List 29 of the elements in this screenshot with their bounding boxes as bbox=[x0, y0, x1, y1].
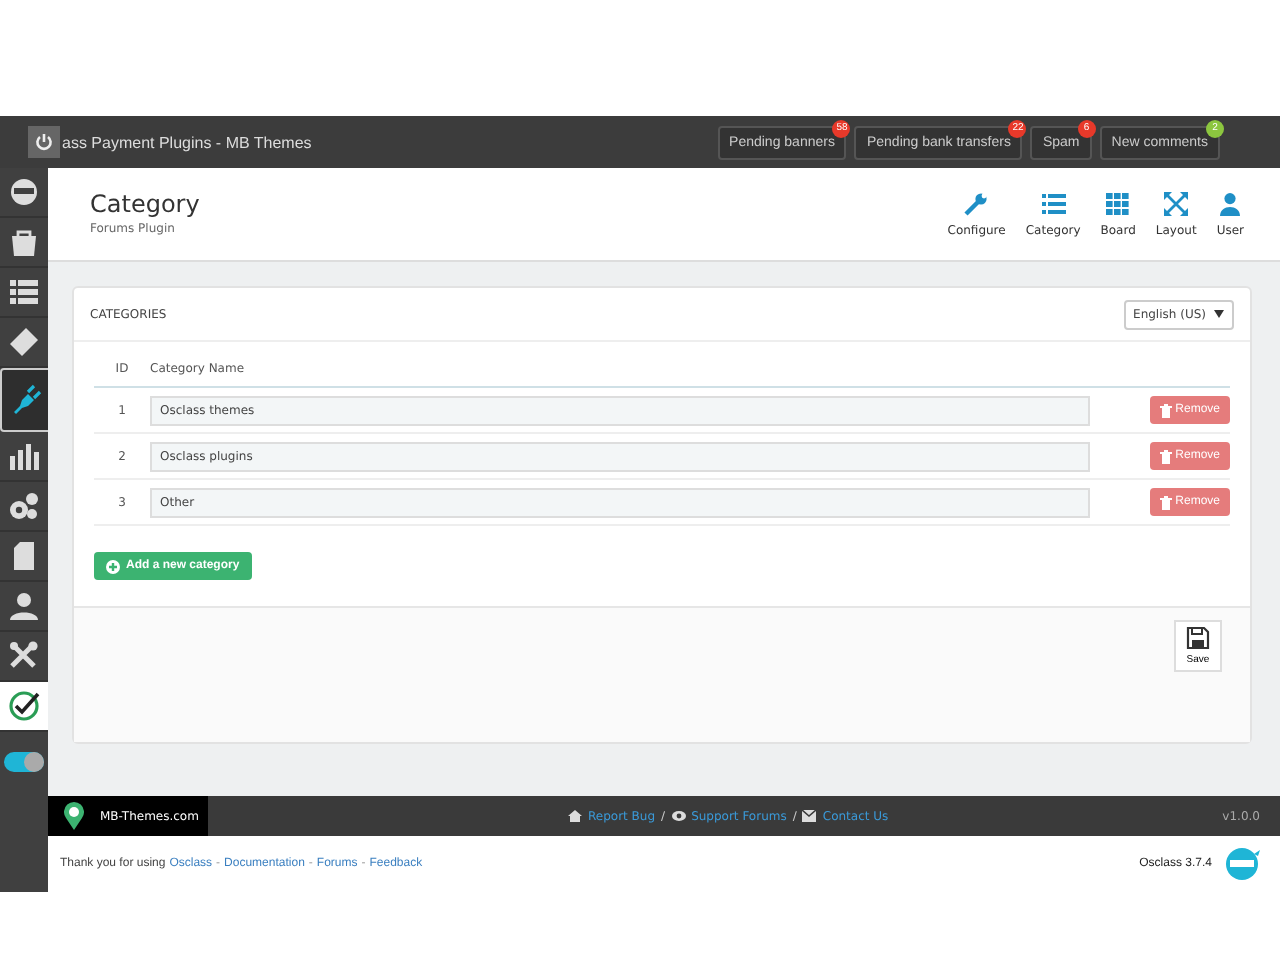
list-icon bbox=[8, 276, 40, 308]
expand-icon bbox=[1164, 192, 1189, 216]
map-pin-icon bbox=[64, 802, 84, 830]
trash-icon bbox=[1159, 495, 1172, 509]
home-icon bbox=[568, 810, 582, 822]
caret-icon bbox=[1214, 310, 1224, 318]
gears-icon bbox=[8, 490, 40, 522]
site-title: ass Payment Plugins - MB Themes bbox=[62, 133, 312, 151]
plus-icon bbox=[106, 559, 120, 573]
user-icon bbox=[8, 590, 40, 622]
sidebar-item[interactable] bbox=[0, 682, 48, 732]
page-icon bbox=[8, 540, 40, 572]
user-icon bbox=[1218, 192, 1243, 216]
trash-icon bbox=[1159, 403, 1172, 417]
toggle-switch[interactable] bbox=[4, 752, 44, 772]
trash-icon bbox=[1159, 449, 1172, 463]
bag-icon bbox=[8, 226, 40, 258]
list-icon bbox=[1041, 192, 1066, 216]
wrench-icon bbox=[964, 192, 989, 216]
tag-icon bbox=[8, 326, 40, 358]
eye-icon bbox=[671, 810, 686, 822]
bar-chart-icon bbox=[8, 440, 40, 472]
power-icon[interactable] bbox=[28, 126, 60, 158]
plug-icon bbox=[10, 384, 42, 416]
checkmark-icon bbox=[8, 690, 40, 722]
grid-icon bbox=[1106, 192, 1131, 216]
tools-icon bbox=[8, 640, 40, 672]
page-title: Category bbox=[90, 190, 200, 218]
envelope-icon bbox=[802, 810, 817, 822]
